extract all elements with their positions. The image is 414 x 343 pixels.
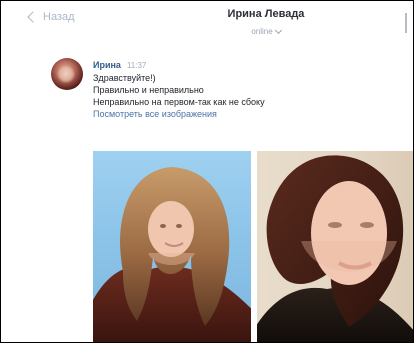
message: Ирина 11:37 Здравствуйте!) Правильно и н… — [93, 59, 403, 120]
chat-header: Назад Ирина Левада online — [1, 1, 413, 45]
message-photo[interactable] — [257, 151, 413, 342]
status-line[interactable]: online — [251, 26, 282, 37]
message-line: Неправильно на первом-так как не сбоку — [93, 97, 265, 107]
back-label: Назад — [43, 11, 75, 23]
more-icon[interactable] — [401, 13, 407, 33]
view-all-images-link[interactable]: Посмотреть все изображения — [93, 108, 403, 120]
chat-title-block[interactable]: Ирина Левада online — [201, 7, 331, 39]
chat-window: Назад Ирина Левада online Ирина 11:37 Зд… — [0, 0, 414, 343]
back-button[interactable]: Назад — [27, 11, 75, 23]
message-meta: Ирина 11:37 — [93, 59, 403, 72]
chevron-left-icon — [27, 11, 39, 23]
message-author[interactable]: Ирина — [93, 59, 121, 71]
chevron-down-icon — [274, 26, 282, 34]
photo-illustration — [93, 167, 251, 342]
avatar[interactable] — [51, 58, 83, 90]
chat-title: Ирина Левада — [227, 8, 305, 20]
message-time: 11:37 — [126, 61, 147, 70]
photo-illustration — [257, 155, 413, 342]
message-line: Здравствуйте!) — [93, 73, 156, 83]
message-photo[interactable] — [93, 151, 251, 342]
message-line: Правильно и неправильно — [93, 85, 204, 95]
status-text: online — [251, 27, 273, 36]
